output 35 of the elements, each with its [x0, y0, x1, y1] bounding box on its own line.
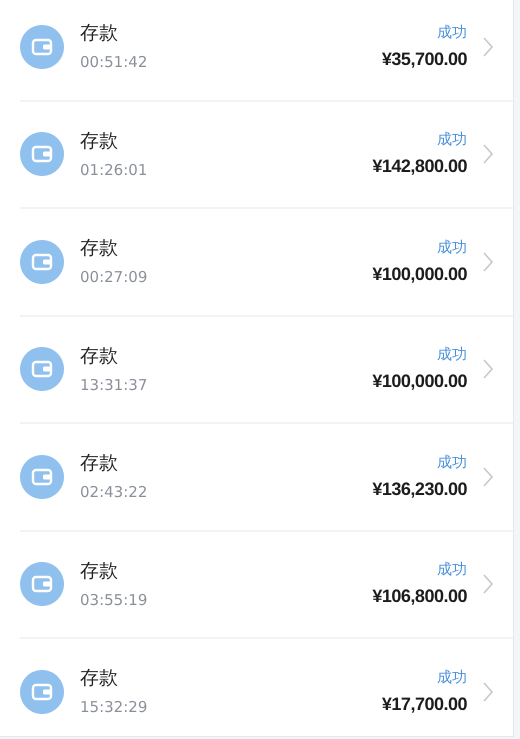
transaction-time: 15:32:29 — [80, 698, 148, 716]
transaction-title: 存款 — [80, 130, 119, 153]
amount-text: ¥35,700.00 — [382, 48, 467, 71]
amount-text: ¥100,000.00 — [372, 264, 467, 286]
amount-text: ¥100,000.00 — [372, 371, 467, 394]
status-label: 成功 — [436, 22, 467, 41]
transaction-time: 00:51:42 — [80, 53, 148, 72]
transaction-time: 00:27:09 — [80, 268, 148, 286]
transaction-row[interactable]: 存款 03:55:19 成功 ¥106,800.00 — [20, 532, 513, 639]
transaction-row[interactable]: 存款 02:43:22 成功 ¥136,230.00 — [20, 424, 513, 532]
amount-text: ¥136,230.00 — [372, 478, 467, 501]
transaction-title: 存款 — [80, 237, 119, 260]
status-label: 成功 — [436, 668, 467, 686]
transaction-title: 存款 — [80, 560, 119, 583]
status-label: 成功 — [436, 130, 467, 148]
amount-text: ¥142,800.00 — [372, 156, 467, 178]
transaction-row[interactable]: 存款 00:27:09 成功 ¥100,000.00 — [20, 209, 513, 316]
amount-text: ¥17,700.00 — [382, 694, 467, 716]
status-label: 成功 — [436, 345, 467, 364]
transaction-row[interactable]: 存款 01:26:01 成功 ¥142,800.00 — [20, 102, 513, 209]
transaction-title: 存款 — [80, 22, 119, 46]
transaction-row[interactable]: 存款 15:32:29 成功 ¥17,700.00 — [20, 639, 513, 736]
amount-text: ¥106,800.00 — [372, 586, 467, 608]
status-label: 成功 — [436, 452, 467, 471]
transaction-title: 存款 — [80, 667, 119, 690]
transaction-row[interactable]: 存款 00:51:42 成功 ¥35,700.00 — [20, 0, 513, 102]
transaction-time: 01:26:01 — [80, 160, 148, 179]
transaction-title: 存款 — [80, 344, 119, 368]
transaction-time: 02:43:22 — [80, 483, 148, 502]
transaction-row[interactable]: 存款 13:31:37 成功 ¥100,000.00 — [20, 316, 513, 424]
status-label: 成功 — [436, 238, 467, 256]
status-label: 成功 — [436, 560, 467, 578]
transaction-time: 13:31:37 — [80, 376, 148, 394]
transaction-title: 存款 — [80, 452, 119, 476]
transaction-time: 03:55:19 — [80, 590, 148, 609]
